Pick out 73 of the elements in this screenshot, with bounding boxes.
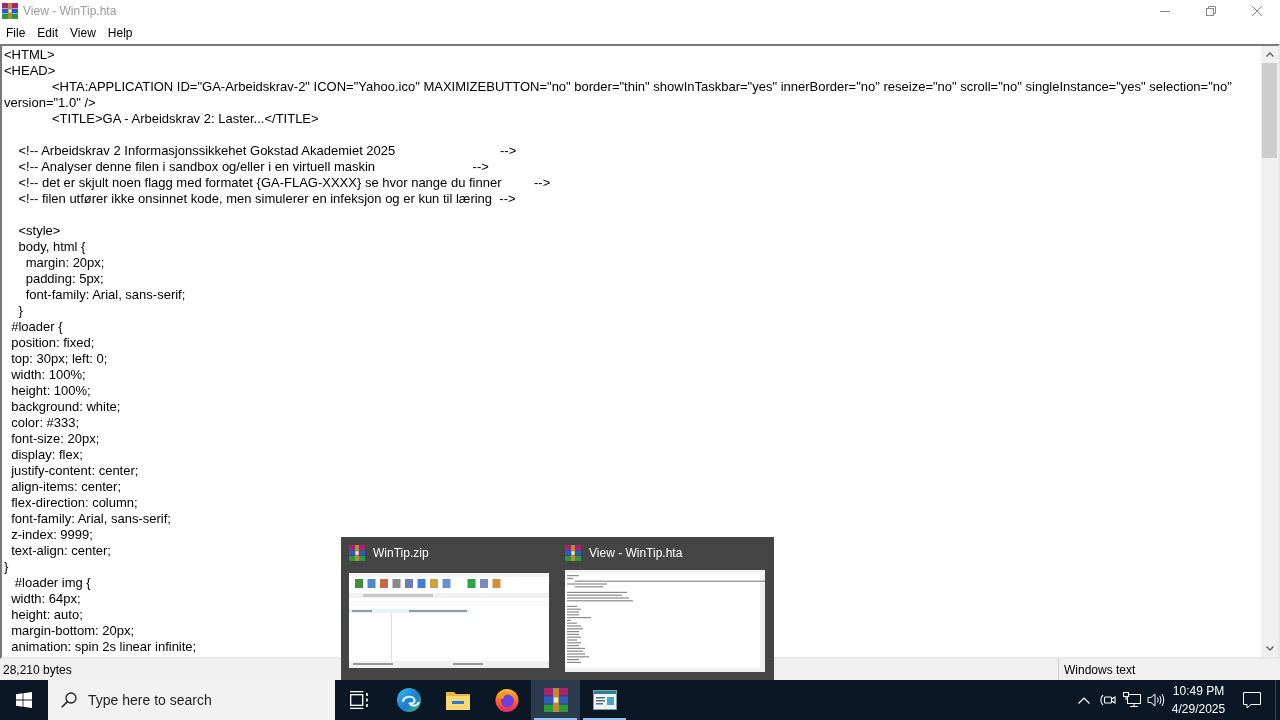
chevron-down-icon [1265, 646, 1274, 651]
notification-icon [1243, 691, 1261, 709]
scrollbar[interactable] [1261, 46, 1278, 657]
preview-window-title: View - WinTip.hta [589, 545, 683, 562]
book-stack-icon [2, 3, 18, 19]
folder-icon [445, 690, 470, 710]
fox-browser-icon [494, 688, 519, 712]
code-line: font-size: 20px; [10, 431, 100, 447]
code-line: height: auto; [10, 607, 83, 623]
menu-item[interactable]: Help [101, 22, 139, 44]
code-line: <TITLE>GA - Arbeidskrav 2: Laster...</TITLE> [51, 111, 319, 127]
minimize-icon [1160, 10, 1170, 12]
taskbar-app-button[interactable] [531, 680, 580, 720]
code-line: flex-direction: column; [10, 495, 138, 511]
code-line: <HEAD> [4, 63, 56, 79]
restore-icon [1206, 6, 1216, 16]
task-view-icon [349, 691, 370, 709]
document-window-icon [592, 690, 617, 710]
code-line: height: 100%; [10, 383, 91, 399]
code-line: display: flex; [10, 447, 83, 463]
code-line: <style> [17, 223, 61, 239]
browser-icon [396, 688, 421, 712]
window-preview[interactable]: WinTip.zip [341, 537, 557, 680]
search-icon [61, 692, 77, 708]
chevron-up-icon [1265, 52, 1274, 57]
code-line: justify-content: center; [10, 463, 139, 479]
code-line: background: white; [10, 399, 121, 415]
code-line: version="1.0" /> [4, 95, 96, 111]
windows-icon [16, 692, 32, 708]
book-stack-icon [543, 688, 568, 712]
code-line: text-align: center; [10, 543, 111, 559]
code-line: <!-- Arbeidskrav 2 Informasjonssikkehet Gokstad Akademiet 2025 --> [17, 143, 517, 159]
window-title: View - WinTip.hta [23, 3, 117, 20]
scrollbar-thumb[interactable] [1262, 63, 1277, 158]
code-line: } [4, 559, 9, 575]
menu-item[interactable]: View [64, 22, 102, 44]
preview-window-title: WinTip.zip [373, 545, 429, 562]
code-line: width: 64px; [10, 591, 81, 607]
menu-item[interactable]: File [0, 22, 32, 44]
code-line: margin: 20px; [24, 255, 105, 271]
clock-button[interactable]: 10:49 PM 4/29/2025 [1168, 680, 1229, 720]
code-line: color: #333; [10, 415, 80, 431]
search-field[interactable]: Type here to search [48, 680, 335, 720]
code-line: align-items: center; [10, 479, 122, 495]
code-line: position: fixed; [10, 335, 95, 351]
encoding-text: Windows text [1064, 661, 1136, 679]
code-line: <!-- Analyser denne filen i sandbox og/eller i en virtuell maskin --> [17, 159, 489, 175]
code-line: <HTA:APPLICATION ID="GA-Arbeidskrav-2" ICON="Yahoo.ico" MAXIMIZEBUTTON="no" border="thin" showInTaskbar="yes" innerBorder="no" reseize="no" scroll="no" singleInstance="yes" selection="no" [51, 79, 1232, 95]
book-stack-icon [349, 545, 365, 561]
code-line: } [17, 303, 23, 319]
code-line: body, html { [17, 239, 86, 255]
code-line: <!-- det er skjult noen flagg med formatet {GA-FLAG-XXXX} se hvor nange du finner --> [17, 175, 551, 191]
code-line: z-index: 9999; [10, 527, 93, 543]
window-preview[interactable]: View - WinTip.hta [557, 537, 773, 680]
network-icon [1123, 692, 1141, 708]
code-line: top: 30px; left: 0; [10, 351, 108, 367]
code-line: #loader img { [13, 575, 91, 591]
menu-item[interactable]: Edit [31, 22, 65, 44]
video-camera-icon [1100, 692, 1116, 708]
file-size-text: 28,210 bytes [3, 661, 72, 679]
code-line: margin-bottom: 20px; [10, 623, 135, 639]
code-line: width: 100%; [10, 367, 86, 383]
code-line: <HTML> [4, 47, 55, 63]
chevron-up-icon [1078, 696, 1090, 704]
code-line: font-family: Arial, sans-serif; [24, 287, 186, 303]
book-stack-icon [565, 545, 581, 561]
code-line: <!-- filen utfører ikke onsinnet kode, men simulerer en infeksjon og er kun til læring --> [17, 191, 516, 207]
code-line: font-family: Arial, sans-serif; [10, 511, 171, 527]
speaker-icon [1147, 692, 1165, 708]
code-line: #loader { [10, 319, 63, 335]
code-line: animation: spin 2s linear infinite; [10, 639, 197, 655]
close-icon [1252, 6, 1262, 16]
code-line: padding: 5px; [24, 271, 104, 287]
